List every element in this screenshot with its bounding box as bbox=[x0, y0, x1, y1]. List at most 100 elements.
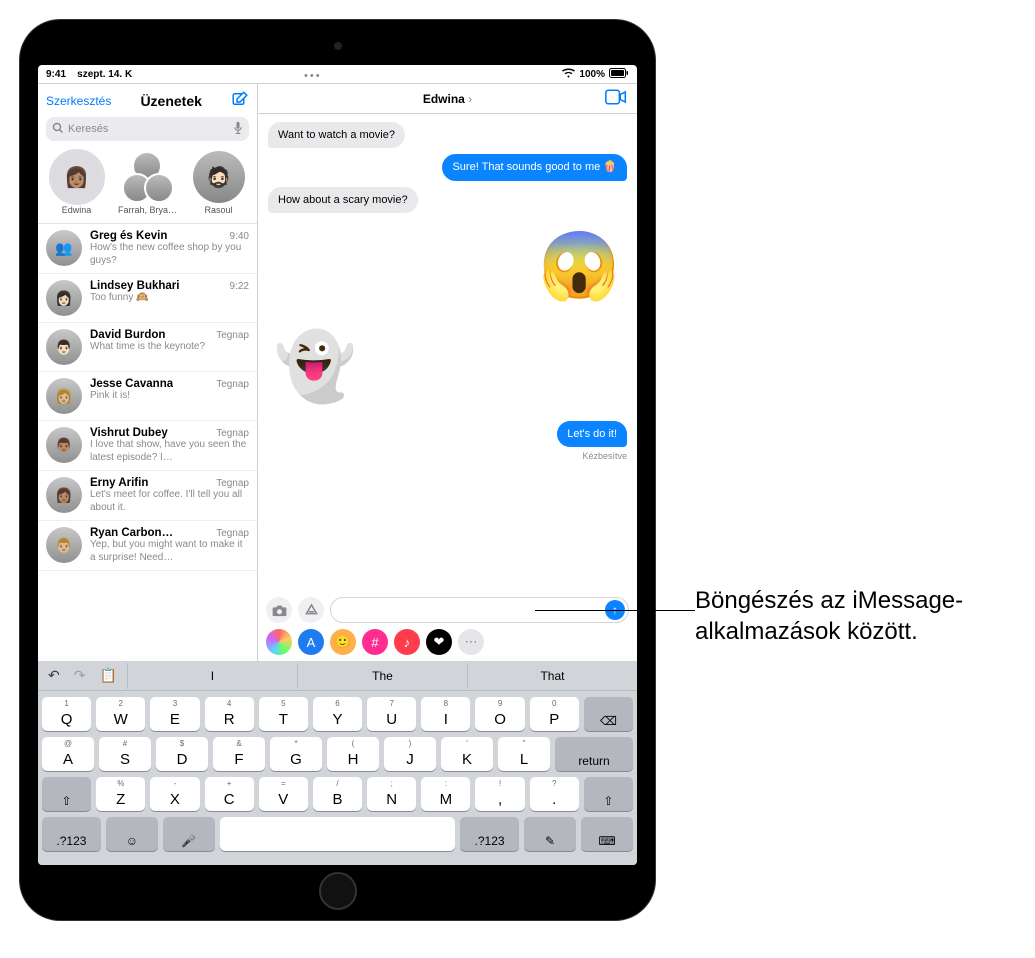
app-hashtag-icon[interactable]: # bbox=[362, 629, 388, 655]
key-g[interactable]: G* bbox=[270, 737, 322, 771]
conversation-list[interactable]: 👥 Greg és Kevin9:40How's the new coffee … bbox=[38, 224, 257, 661]
app-photos-icon[interactable] bbox=[266, 629, 292, 655]
predict-word[interactable]: I bbox=[127, 663, 297, 689]
pinned-name: Edwina bbox=[62, 205, 92, 215]
app-appstore-icon[interactable]: A bbox=[298, 629, 324, 655]
key-w[interactable]: W2 bbox=[96, 697, 145, 731]
key-e[interactable]: E3 bbox=[150, 697, 199, 731]
key-numbers[interactable]: .?123 bbox=[42, 817, 101, 851]
message-sent[interactable]: Sure! That sounds good to me 🍿 bbox=[442, 154, 627, 180]
conversation-pane: ••• Edwina Want to watch a movie? Sure! … bbox=[258, 84, 637, 661]
key-hide-keyboard[interactable]: ⌨ bbox=[581, 817, 633, 851]
key-f[interactable]: F& bbox=[213, 737, 265, 771]
key-b[interactable]: B/ bbox=[313, 777, 362, 811]
message-list[interactable]: Want to watch a movie? Sure! That sounds… bbox=[258, 114, 637, 593]
avatar: 👨🏽 bbox=[46, 427, 82, 463]
key-p[interactable]: P0 bbox=[530, 697, 579, 731]
pinned-contact[interactable]: 🧔🏻 Rasoul bbox=[186, 151, 251, 215]
message-received[interactable]: How about a scary movie? bbox=[268, 187, 418, 213]
key-space[interactable] bbox=[220, 817, 455, 851]
key-handwriting[interactable]: ✎ bbox=[524, 817, 576, 851]
key-emoji[interactable]: ☺ bbox=[106, 817, 158, 851]
key-r[interactable]: R4 bbox=[205, 697, 254, 731]
key-n[interactable]: N; bbox=[367, 777, 416, 811]
facetime-button[interactable] bbox=[605, 89, 627, 108]
key-h[interactable]: H( bbox=[327, 737, 379, 771]
conversation-title[interactable]: Edwina bbox=[423, 92, 472, 106]
app-drawer[interactable]: A 🙂 # ♪ ❤ ⋯ bbox=[258, 627, 637, 661]
undo-icon[interactable]: ↶ bbox=[48, 667, 60, 684]
avatar: 👨🏻 bbox=[46, 329, 82, 365]
app-more-icon[interactable]: ⋯ bbox=[458, 629, 484, 655]
key-numbers[interactable]: .?123 bbox=[460, 817, 519, 851]
key-shift[interactable]: ⇧ bbox=[42, 777, 91, 811]
key-m[interactable]: M: bbox=[421, 777, 470, 811]
drag-handle-icon[interactable]: ••• bbox=[304, 70, 322, 82]
conversation-item[interactable]: 👨🏽 Vishrut DubeyTegnapI love that show, … bbox=[38, 421, 257, 471]
key-z[interactable]: Z% bbox=[96, 777, 145, 811]
conversation-item[interactable]: 👥 Greg és Kevin9:40How's the new coffee … bbox=[38, 224, 257, 274]
predict-word[interactable]: The bbox=[297, 663, 467, 689]
conv-preview: I love that show, have you seen the late… bbox=[90, 439, 249, 464]
key-exclaim[interactable]: ,! bbox=[475, 777, 524, 811]
pinned-contact[interactable]: 👩🏽 Edwina bbox=[44, 151, 109, 215]
key-t[interactable]: T5 bbox=[259, 697, 308, 731]
conv-preview: Let's meet for coffee. I'll tell you all… bbox=[90, 489, 249, 514]
key-u[interactable]: U7 bbox=[367, 697, 416, 731]
conv-name: Erny Arifin bbox=[90, 477, 148, 489]
conv-preview: Pink it is! bbox=[90, 390, 249, 403]
sidebar: Szerkesztés Üzenetek Keresés bbox=[38, 84, 258, 661]
key-j[interactable]: J) bbox=[384, 737, 436, 771]
conversation-item[interactable]: 👨🏻 David BurdonTegnapWhat time is the ke… bbox=[38, 323, 257, 372]
status-right: 100% bbox=[562, 68, 629, 81]
key-shift[interactable]: ⇧ bbox=[584, 777, 633, 811]
compose-button[interactable] bbox=[231, 90, 249, 111]
conversation-item[interactable]: 👩🏽 Erny Arifin TegnapLet's meet for coffe… bbox=[38, 471, 257, 521]
key-period[interactable]: .? bbox=[530, 777, 579, 811]
key-l[interactable]: L" bbox=[498, 737, 550, 771]
message-received[interactable]: Want to watch a movie? bbox=[268, 122, 405, 148]
key-backspace[interactable]: ⌫ bbox=[584, 697, 633, 731]
key-d[interactable]: D$ bbox=[156, 737, 208, 771]
avatar: 👥 bbox=[46, 230, 82, 266]
redo-icon[interactable]: ↷ bbox=[74, 667, 86, 684]
key-k[interactable]: K' bbox=[441, 737, 493, 771]
conv-time: Tegnap bbox=[216, 478, 249, 489]
avatar-group bbox=[122, 151, 174, 203]
key-return[interactable]: return bbox=[555, 737, 633, 771]
camera-button[interactable] bbox=[266, 597, 292, 623]
memoji-sticker-ghost[interactable]: 👻 bbox=[268, 320, 363, 415]
key-i[interactable]: I8 bbox=[421, 697, 470, 731]
conversation-item[interactable]: 👩🏻 Lindsey Bukhari9:22Too funny 🙉 bbox=[38, 274, 257, 323]
avatar: 👩🏽 bbox=[46, 477, 82, 513]
app-memoji-icon[interactable]: 🙂 bbox=[330, 629, 356, 655]
dictate-icon[interactable] bbox=[233, 121, 243, 138]
key-y[interactable]: Y6 bbox=[313, 697, 362, 731]
key-a[interactable]: A@ bbox=[42, 737, 94, 771]
conv-preview: Yep, but you might want to make it a sur… bbox=[90, 539, 249, 564]
conversation-item[interactable]: 👨🏼 Ryan Carbon…TegnapYep, but you might … bbox=[38, 521, 257, 571]
key-v[interactable]: V= bbox=[259, 777, 308, 811]
message-sent[interactable]: Let's do it! bbox=[557, 421, 627, 447]
app-music-icon[interactable]: ♪ bbox=[394, 629, 420, 655]
search-input[interactable]: Keresés bbox=[46, 117, 249, 141]
status-time: 9:41 bbox=[46, 69, 66, 80]
app-store-button[interactable] bbox=[298, 597, 324, 623]
key-c[interactable]: C+ bbox=[205, 777, 254, 811]
key-q[interactable]: Q1 bbox=[42, 697, 91, 731]
conversation-header[interactable]: Edwina bbox=[258, 84, 637, 114]
key-x[interactable]: X- bbox=[150, 777, 199, 811]
keyboard[interactable]: ↶ ↷ 📋 I The That Q1W2E3R4T5Y6U7I8O9P0⌫ A… bbox=[38, 661, 637, 865]
app-digital-touch-icon[interactable]: ❤ bbox=[426, 629, 452, 655]
predict-word[interactable]: That bbox=[467, 663, 637, 689]
predictive-row: ↶ ↷ 📋 I The That bbox=[38, 661, 637, 691]
home-button[interactable] bbox=[319, 872, 357, 910]
key-dictate[interactable]: 🎤 bbox=[163, 817, 215, 851]
pinned-contact[interactable]: Farrah, Brya… bbox=[115, 151, 180, 215]
key-s[interactable]: S# bbox=[99, 737, 151, 771]
clipboard-icon[interactable]: 📋 bbox=[99, 667, 116, 684]
memoji-sticker-scream[interactable]: 😱 bbox=[532, 219, 627, 314]
conversation-item[interactable]: 👩🏼 Jesse CavannaTegnapPink it is! bbox=[38, 372, 257, 421]
edit-button[interactable]: Szerkesztés bbox=[46, 94, 111, 108]
key-o[interactable]: O9 bbox=[475, 697, 524, 731]
